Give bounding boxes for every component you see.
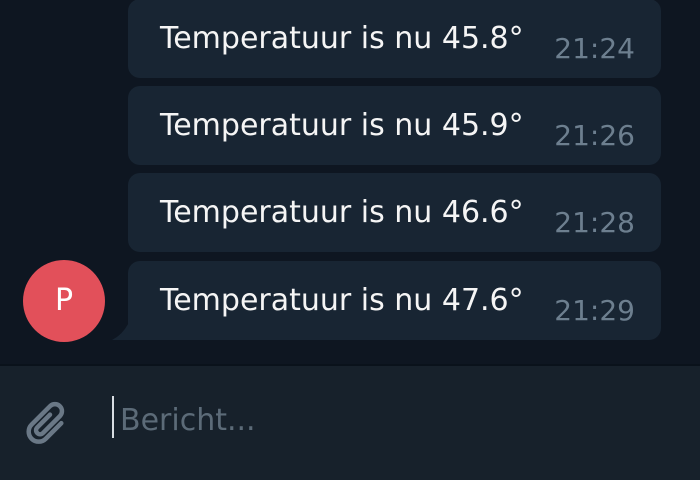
bubble-tail: [112, 320, 130, 340]
sender-avatar[interactable]: P: [23, 260, 105, 342]
message-bubble[interactable]: Temperatuur is nu 46.6° 21:28: [128, 173, 661, 252]
message-timestamp: 21:26: [554, 119, 635, 152]
message-bubble[interactable]: Temperatuur is nu 47.6° 21:29: [128, 261, 661, 340]
text-caret: [112, 396, 114, 438]
message-text: Temperatuur is nu 46.6°: [160, 195, 524, 230]
message-text: Temperatuur is nu 47.6°: [160, 283, 524, 318]
message-text: Temperatuur is nu 45.9°: [160, 108, 524, 143]
message-input[interactable]: [110, 390, 680, 450]
message-bubble[interactable]: Temperatuur is nu 45.8° 21:24: [128, 0, 661, 78]
paperclip-icon[interactable]: [20, 396, 80, 456]
message-timestamp: 21:24: [554, 32, 635, 65]
message-list: Temperatuur is nu 45.8° 21:24 Temperatuu…: [0, 0, 700, 364]
message-timestamp: 21:29: [554, 294, 635, 327]
message-bubble[interactable]: Temperatuur is nu 45.9° 21:26: [128, 86, 661, 165]
message-timestamp: 21:28: [554, 206, 635, 239]
message-input-wrapper: [110, 390, 680, 450]
message-text: Temperatuur is nu 45.8°: [160, 21, 524, 56]
message-composer: [0, 366, 700, 480]
